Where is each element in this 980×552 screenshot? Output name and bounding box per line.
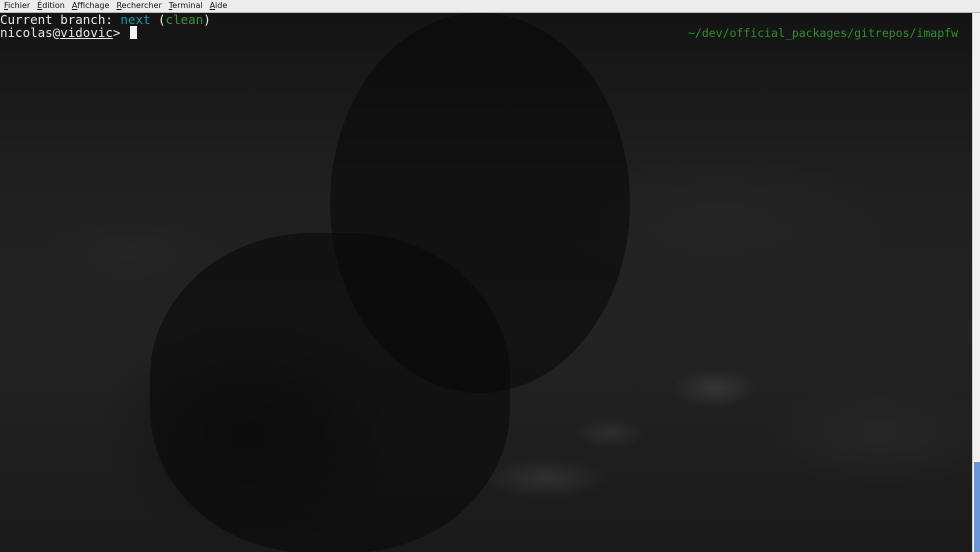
menu-label: erminal [172,1,203,10]
background-image [150,233,510,552]
prompt-symbol: > [112,25,128,40]
paren-close: ) [203,13,211,27]
menu-label: ichier [8,1,31,10]
menu-fichier[interactable]: Fichier [0,0,33,12]
terminal-view[interactable]: Current branch: next (clean) nicolas@vid… [0,13,972,552]
menu-aide[interactable]: Aide [206,0,231,12]
prompt-host: vidovic [60,25,113,40]
menu-rechercher[interactable]: Rechercher [112,0,164,12]
prompt-user: nicolas@ [0,25,61,40]
menu-edition[interactable]: Édition [33,0,68,12]
menu-bar: Fichier Édition Affichage Rechercher Ter… [0,0,980,13]
menu-terminal[interactable]: Terminal [165,0,206,12]
menu-label: ide [215,1,228,10]
scrollbar-thumb[interactable] [974,462,980,552]
paren-open: ( [150,13,166,27]
menu-affichage[interactable]: Affichage [68,0,113,12]
text-cursor [129,26,137,39]
prompt-line[interactable]: nicolas@vidovic> [0,26,137,40]
menu-label: echercher [121,1,162,10]
current-directory: ~/dev/official_packages/gitrepos/imapfw [687,26,958,40]
vertical-scrollbar[interactable] [972,13,980,552]
menu-label: dition [42,1,65,10]
menu-label: ffichage [77,1,110,10]
branch-status: clean [165,13,204,27]
